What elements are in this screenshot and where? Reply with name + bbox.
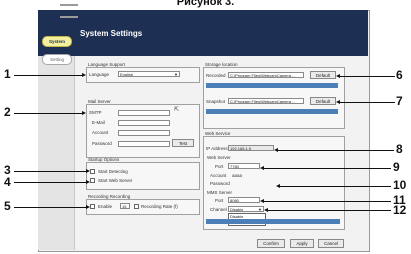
chevron-down-icon: ▼ bbox=[174, 72, 178, 77]
recorded-bar bbox=[206, 83, 338, 88]
smtp-input[interactable] bbox=[118, 110, 170, 116]
password-input[interactable] bbox=[118, 141, 170, 147]
callout-number: 4 bbox=[4, 175, 11, 189]
start-detecting-label: Start Detecting bbox=[98, 169, 128, 174]
account-label: Account bbox=[92, 130, 109, 135]
recording-rate-label: Recording Rate (f) bbox=[141, 204, 178, 209]
port-input[interactable]: 7780 bbox=[228, 163, 260, 169]
snapshot-path-input[interactable]: C:\Program Files\WebcamCamera ... bbox=[228, 98, 304, 104]
callout-arrow bbox=[264, 208, 391, 212]
callout-arrow bbox=[14, 180, 90, 184]
channel-select[interactable]: Disable ▼ bbox=[228, 206, 264, 212]
window-title: System Settings bbox=[80, 29, 143, 38]
snapshot-default-button[interactable]: Default bbox=[310, 97, 336, 105]
ip-label: IP Address bbox=[206, 146, 228, 151]
mouse-cursor-icon: ⇱ bbox=[174, 107, 180, 113]
snapshot-label: Snapshot bbox=[206, 99, 226, 104]
email-label: E-Mail bbox=[92, 120, 105, 125]
callout-number: 12 bbox=[393, 203, 407, 217]
port-label: Port bbox=[215, 164, 224, 169]
cancel-button[interactable]: Cancel bbox=[318, 239, 344, 248]
callout-arrow bbox=[14, 111, 86, 115]
email-input[interactable] bbox=[118, 120, 170, 126]
callout-number: 1 bbox=[4, 67, 11, 81]
callout-arrow bbox=[260, 166, 391, 170]
language-value: English bbox=[120, 72, 134, 77]
snapshot-bar bbox=[206, 109, 338, 114]
web-server-label: Web Server bbox=[207, 155, 231, 160]
mms-port-input[interactable]: 8080 bbox=[228, 197, 260, 203]
account-input[interactable] bbox=[118, 130, 170, 136]
language-label: Language bbox=[89, 72, 110, 77]
recording-rate-input[interactable]: 15 bbox=[120, 203, 130, 209]
callout-number: 2 bbox=[4, 105, 11, 119]
callout-arrow bbox=[260, 199, 391, 203]
channel-value: Disable bbox=[230, 207, 244, 212]
callout-arrow bbox=[14, 73, 86, 77]
web-service-bar bbox=[206, 219, 340, 224]
callout-number: 5 bbox=[4, 199, 11, 213]
recording-enable-checkbox[interactable] bbox=[90, 204, 95, 209]
callout-number: 9 bbox=[393, 160, 400, 174]
callout-arrow bbox=[276, 184, 391, 188]
web-account-label: Account bbox=[210, 173, 227, 178]
chevron-down-icon: ▼ bbox=[258, 207, 262, 212]
web-account-value: aaaa bbox=[232, 173, 243, 178]
start-web-server-label: Start Web Server bbox=[98, 178, 133, 183]
header-notch bbox=[60, 4, 78, 18]
left-sidebar bbox=[38, 56, 75, 250]
start-detecting-checkbox[interactable] bbox=[90, 169, 95, 174]
callout-arrow bbox=[336, 74, 395, 78]
apply-button[interactable]: Apply bbox=[290, 239, 314, 248]
recorded-label: Recorded bbox=[206, 73, 226, 78]
web-password-label: Password bbox=[210, 181, 230, 186]
ip-input[interactable]: 192.168.1.5 bbox=[228, 145, 274, 151]
callout-arrow bbox=[274, 148, 394, 152]
sidebar-item-system[interactable]: System bbox=[42, 36, 72, 47]
password-label: Password bbox=[92, 141, 112, 146]
callout-number: 7 bbox=[396, 94, 403, 108]
recorded-path-input[interactable]: C:\Program Files\WebcamCamera ... bbox=[228, 72, 304, 78]
smtp-label: SMTP bbox=[89, 110, 102, 115]
start-web-server-checkbox[interactable] bbox=[90, 178, 95, 183]
recording-enable-label: Enable bbox=[98, 204, 113, 209]
sidebar-item-setting[interactable]: Setting bbox=[42, 54, 72, 65]
language-select[interactable]: English ▼ bbox=[118, 71, 180, 77]
test-button[interactable]: Test bbox=[172, 139, 194, 147]
callout-number: 10 bbox=[393, 178, 407, 192]
recorded-default-button[interactable]: Default bbox=[310, 71, 336, 79]
startup-group bbox=[86, 162, 200, 190]
callout-arrow bbox=[14, 169, 90, 173]
recording-rate-checkbox[interactable] bbox=[134, 204, 139, 209]
callout-arrow bbox=[336, 100, 395, 104]
callout-number: 6 bbox=[396, 68, 403, 82]
confirm-button[interactable]: Confirm bbox=[257, 239, 285, 248]
callout-arrow bbox=[14, 205, 90, 209]
mms-label: MMS Server bbox=[207, 190, 233, 195]
callout-number: 8 bbox=[396, 142, 403, 156]
channel-label: Channel bbox=[210, 207, 227, 212]
mms-port-label: Port bbox=[215, 198, 224, 203]
